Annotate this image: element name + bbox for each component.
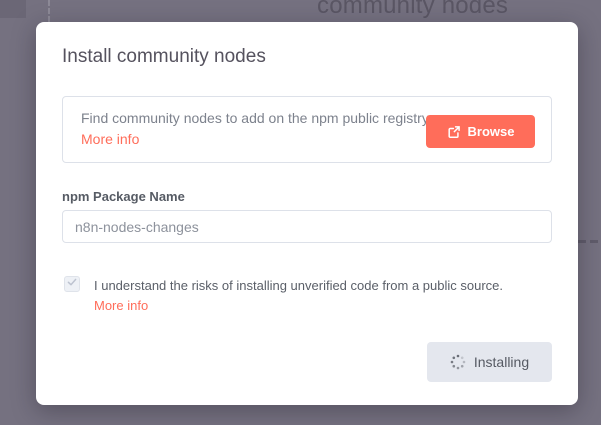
modal-title: Install community nodes — [62, 46, 266, 68]
background-dashed-connector — [48, 0, 50, 22]
browse-button[interactable]: Browse — [426, 115, 535, 148]
npm-package-name-label: npm Package Name — [62, 189, 185, 204]
background-ui-fragment — [0, 0, 26, 18]
browse-button-label: Browse — [468, 124, 515, 139]
background-dash-fragment — [578, 240, 586, 243]
risk-more-info-link[interactable]: More info — [94, 298, 148, 313]
background-dash-fragment — [590, 240, 598, 243]
info-callout-message: Find community nodes to add on the npm p… — [81, 110, 432, 126]
checkmark-icon — [66, 275, 78, 293]
info-callout-text: Find community nodes to add on the npm p… — [81, 108, 453, 150]
info-callout: Find community nodes to add on the npm p… — [62, 96, 552, 163]
install-community-nodes-modal: Install community nodes Find community n… — [36, 22, 578, 405]
loading-spinner-icon — [450, 354, 466, 370]
background-page-heading: community nodes — [317, 0, 508, 20]
install-button-label: Installing — [474, 354, 529, 370]
npm-package-name-input[interactable] — [62, 210, 552, 243]
install-button[interactable]: Installing — [427, 342, 552, 382]
external-link-icon — [447, 125, 461, 139]
info-more-info-link[interactable]: More info — [81, 131, 139, 147]
risk-acknowledgement-label: I understand the risks of installing unv… — [94, 278, 534, 293]
risk-acknowledgement-checkbox[interactable] — [64, 276, 80, 292]
screen: community nodes Install community nodes … — [0, 0, 601, 425]
